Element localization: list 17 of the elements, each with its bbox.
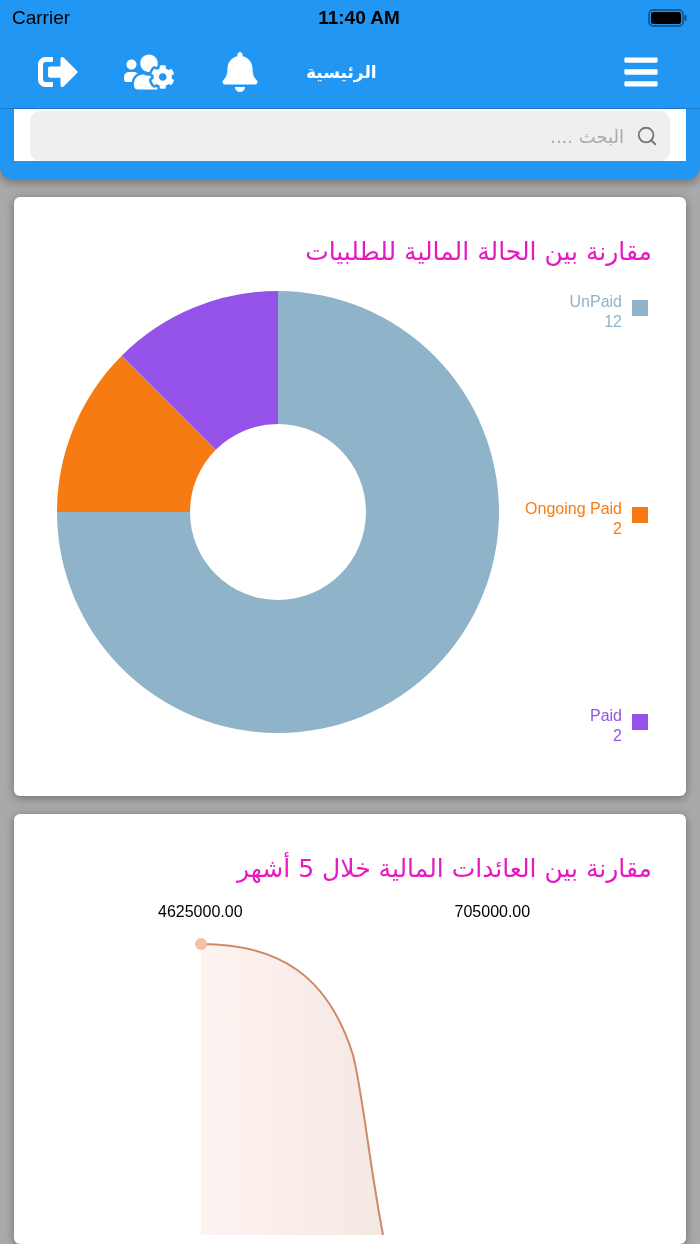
search-icon bbox=[636, 125, 658, 147]
value-label: 705000.00 bbox=[454, 903, 531, 921]
carrier-name: Carrier bbox=[12, 7, 71, 29]
chart-title: مقارنة بين العائدات المالية خلال 5 أشهر bbox=[235, 854, 652, 883]
legend-label: Paid bbox=[589, 706, 622, 726]
battery-icon bbox=[648, 9, 688, 27]
legend-value: 2 bbox=[613, 726, 622, 746]
value-label: 4625000.00 bbox=[158, 903, 243, 921]
bell-icon[interactable] bbox=[220, 52, 260, 92]
legend-label: Ongoing Paid bbox=[525, 499, 622, 519]
status-time: 11:40 AM bbox=[318, 7, 400, 29]
chart-title: مقارنة بين الحالة المالية للطلبيات bbox=[304, 237, 652, 266]
legend-value: 2 bbox=[613, 519, 622, 539]
page-title: الرئيسية bbox=[306, 62, 377, 82]
search-field[interactable]: البحث .... bbox=[30, 111, 670, 161]
legend-label: UnPaid bbox=[569, 292, 622, 312]
legend-value: 12 bbox=[604, 312, 622, 332]
